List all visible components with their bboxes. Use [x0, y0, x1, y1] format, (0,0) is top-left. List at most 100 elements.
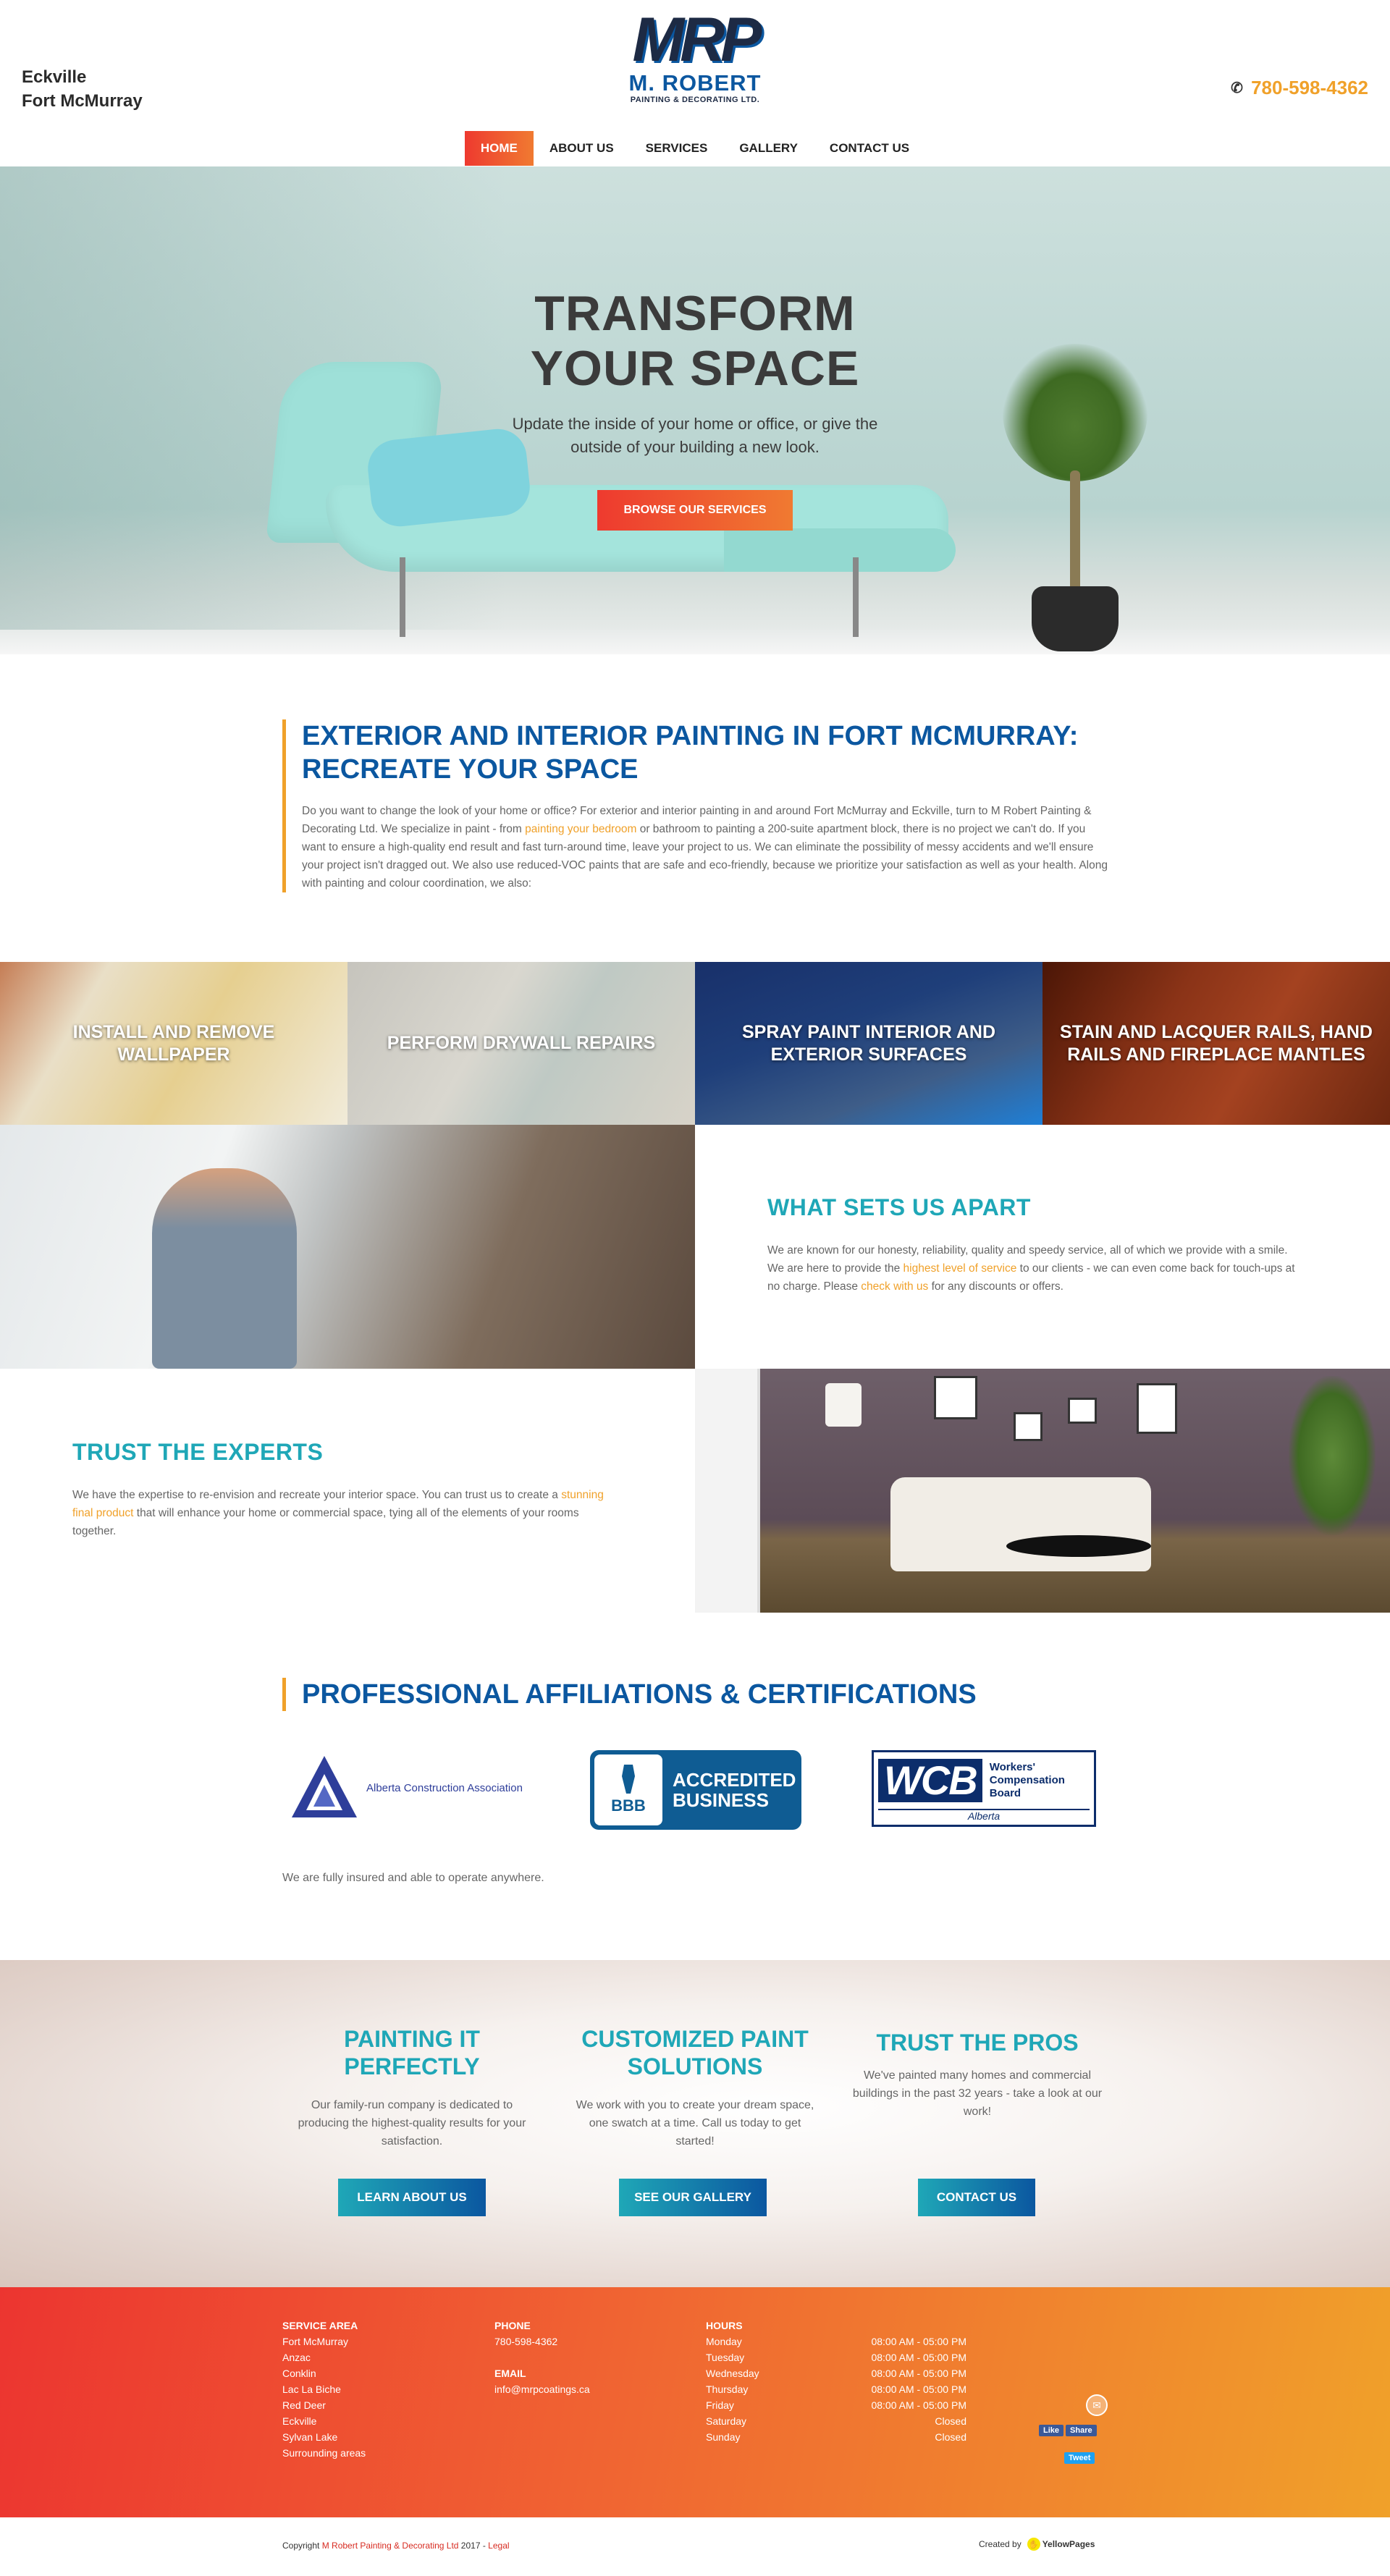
hero-title-line2: YOUR SPACE — [530, 341, 860, 396]
living-room-photo — [695, 1369, 1390, 1613]
hero-text: Update the inside of your home or office… — [512, 415, 878, 456]
service-area-item: Eckville — [282, 2415, 317, 2427]
service-area-item: Sylvan Lake — [282, 2431, 338, 2443]
hours-day: Tuesday — [706, 2352, 745, 2363]
tile-label: STAIN AND LACQUER RAILS, HAND RAILS AND … — [1060, 1021, 1373, 1065]
tile-spray-paint[interactable]: SPRAY PAINT INTERIOR AND EXTERIOR SURFAC… — [695, 962, 1042, 1125]
affiliations-heading: PROFESSIONAL AFFILIATIONS & CERTIFICATIO… — [282, 1678, 977, 1711]
wcb-line1: Workers' — [989, 1761, 1036, 1773]
yellowpages-walking-fingers-icon: ✋ — [1027, 2538, 1040, 2551]
facebook-like-button[interactable]: Like — [1039, 2425, 1064, 2436]
nav-gallery[interactable]: GALLERY — [723, 131, 814, 166]
wcb-words: Workers' Compensation Board — [990, 1761, 1065, 1800]
intro-section: EXTERIOR AND INTERIOR PAINTING IN FORT M… — [282, 719, 1108, 892]
location-fort-mcmurray: Fort McMurray — [22, 91, 143, 111]
hours-time: 08:00 AM - 05:00 PM — [871, 2368, 966, 2379]
wcb-logo[interactable]: WCB Workers' Compensation Board Alberta — [872, 1750, 1096, 1827]
created-by: Created by ✋ YellowPages — [979, 2538, 1095, 2551]
copyright-year: 2017 - — [458, 2541, 489, 2551]
apart-text-part: for any discounts or offers. — [928, 1280, 1063, 1293]
nav-contact-us[interactable]: CONTACT US — [814, 131, 925, 166]
learn-about-us-button[interactable]: LEARN ABOUT US — [338, 2179, 486, 2216]
tile-stain-lacquer[interactable]: STAIN AND LACQUER RAILS, HAND RAILS AND … — [1042, 962, 1390, 1125]
hero-banner: TRANSFORM YOUR SPACE Update the inside o… — [0, 166, 1390, 654]
aca-logo[interactable]: Alberta Construction Association — [288, 1750, 527, 1826]
trust-text-part: that will enhance your home or commercia… — [72, 1507, 579, 1537]
copyright-text: Copyright M Robert Painting & Decorating… — [282, 2541, 510, 2551]
logo-name: M. ROBERT — [628, 70, 762, 96]
footer-service-area: SERVICE AREA Fort McMurray Anzac Conklin… — [282, 2318, 366, 2461]
hours-time: 08:00 AM - 05:00 PM — [871, 2336, 966, 2347]
cta-text: We've painted many homes and commercial … — [852, 2069, 1103, 2118]
service-area-item: Conklin — [282, 2368, 316, 2379]
created-by-label: Created by — [979, 2539, 1022, 2549]
potted-tree — [1289, 1376, 1376, 1535]
wcb-mark: WCB — [878, 1759, 982, 1802]
sofa — [890, 1477, 1151, 1571]
bbb-logo[interactable]: BBB ACCREDITED BUSINESS — [590, 1750, 801, 1830]
picture-frame — [1014, 1412, 1042, 1441]
hours-day: Saturday — [706, 2415, 747, 2427]
hours-day: Sunday — [706, 2431, 741, 2443]
aca-name: Alberta Construction Association — [366, 1782, 523, 1794]
wcb-line2: Compensation — [989, 1774, 1065, 1786]
header-phone[interactable]: ✆ 780-598-4362 — [1231, 77, 1368, 99]
service-locations: Eckville Fort McMurray — [22, 65, 143, 113]
hours-row: Monday 08:00 AM - 05:00 PM — [706, 2334, 966, 2349]
insured-note: We are fully insured and able to operate… — [282, 1872, 544, 1884]
chaise-leg — [853, 557, 859, 637]
highest-level-link[interactable]: highest level of service — [904, 1262, 1017, 1275]
service-area-item: Fort McMurray — [282, 2336, 348, 2347]
affiliation-logos: Alberta Construction Association BBB ACC… — [282, 1750, 1108, 1830]
intro-title: EXTERIOR AND INTERIOR PAINTING IN FORT M… — [302, 719, 1108, 786]
footer-email[interactable]: info@mrpcoatings.ca — [494, 2381, 590, 2397]
nav-home[interactable]: HOME — [464, 131, 534, 166]
cta-customized-solutions: CUSTOMIZED PAINT SOLUTIONS We work with … — [568, 2025, 822, 2150]
contact-us-button[interactable]: CONTACT US — [918, 2179, 1035, 2216]
check-with-us-link[interactable]: check with us — [861, 1280, 928, 1293]
bbb-line2: BUSINESS — [673, 1789, 769, 1811]
trust-title: TRUST THE EXPERTS — [72, 1439, 324, 1465]
service-area-item: Surrounding areas — [282, 2447, 366, 2459]
intro-text: Do you want to change the look of your h… — [302, 802, 1108, 892]
header-phone-number: 780-598-4362 — [1251, 77, 1368, 98]
service-area-item: Red Deer — [282, 2399, 326, 2411]
service-area-item: Lac La Biche — [282, 2383, 341, 2395]
cta-painting-perfectly: PAINTING IT PERFECTLY Our family-run com… — [285, 2025, 539, 2150]
facebook-share-button[interactable]: Share — [1066, 2425, 1097, 2436]
nav-about-us[interactable]: ABOUT US — [534, 131, 630, 166]
company-link[interactable]: M Robert Painting & Decorating Ltd — [322, 2541, 459, 2551]
see-our-gallery-button[interactable]: SEE OUR GALLERY — [619, 2179, 767, 2216]
picture-frame — [1137, 1383, 1177, 1434]
logo-subtitle: PAINTING & DECORATING LTD. — [630, 96, 760, 104]
cta-trust-the-pros: TRUST THE PROS We've painted many homes … — [851, 2029, 1104, 2121]
site-logo[interactable]: MRP M. ROBERT PAINTING & DECORATING LTD. — [623, 9, 767, 114]
hero-title: TRANSFORM YOUR SPACE — [478, 286, 912, 396]
browse-services-button[interactable]: BROWSE OUR SERVICES — [597, 490, 793, 531]
tile-drywall[interactable]: PERFORM DRYWALL REPAIRS — [348, 962, 695, 1125]
copyright-prefix: Copyright — [282, 2541, 322, 2551]
yellowpages-logo[interactable]: ✋ YellowPages — [1027, 2538, 1095, 2551]
wcb-top: WCB Workers' Compensation Board — [874, 1752, 1094, 1809]
hours-time: 08:00 AM - 05:00 PM — [871, 2399, 966, 2411]
hours-row: Tuesday 08:00 AM - 05:00 PM — [706, 2349, 966, 2365]
footer-hours: HOURS Monday 08:00 AM - 05:00 PM Tuesday 0… — [706, 2318, 966, 2445]
apart-section: WHAT SETS US APART We are known for our … — [767, 1194, 1303, 1296]
hours-row: Thursday 08:00 AM - 05:00 PM — [706, 2381, 966, 2397]
tile-label: PERFORM DRYWALL REPAIRS — [387, 1033, 656, 1053]
facebook-buttons: Like Share — [1039, 2425, 1097, 2436]
apart-title: WHAT SETS US APART — [767, 1194, 1031, 1220]
coffee-table — [1006, 1535, 1151, 1557]
legal-link[interactable]: Legal — [488, 2541, 509, 2551]
tile-wallpaper[interactable]: INSTALL AND REMOVE WALLPAPER — [0, 962, 348, 1125]
mail-icon[interactable]: ✉ — [1086, 2394, 1108, 2416]
intro-title-line2: RECREATE YOUR SPACE — [302, 754, 639, 785]
trust-text: We have the expertise to re-envision and… — [72, 1486, 623, 1540]
nav-services[interactable]: SERVICES — [630, 131, 724, 166]
main-nav: HOME ABOUT US SERVICES GALLERY CONTACT U… — [0, 131, 1390, 166]
chaise-lounge-end — [724, 528, 956, 572]
copyright-bar: Copyright M Robert Painting & Decorating… — [0, 2517, 1390, 2576]
painting-bedroom-link[interactable]: painting your bedroom — [525, 823, 636, 835]
footer-phone[interactable]: 780-598-4362 — [494, 2334, 590, 2349]
tweet-button[interactable]: Tweet — [1064, 2452, 1095, 2464]
